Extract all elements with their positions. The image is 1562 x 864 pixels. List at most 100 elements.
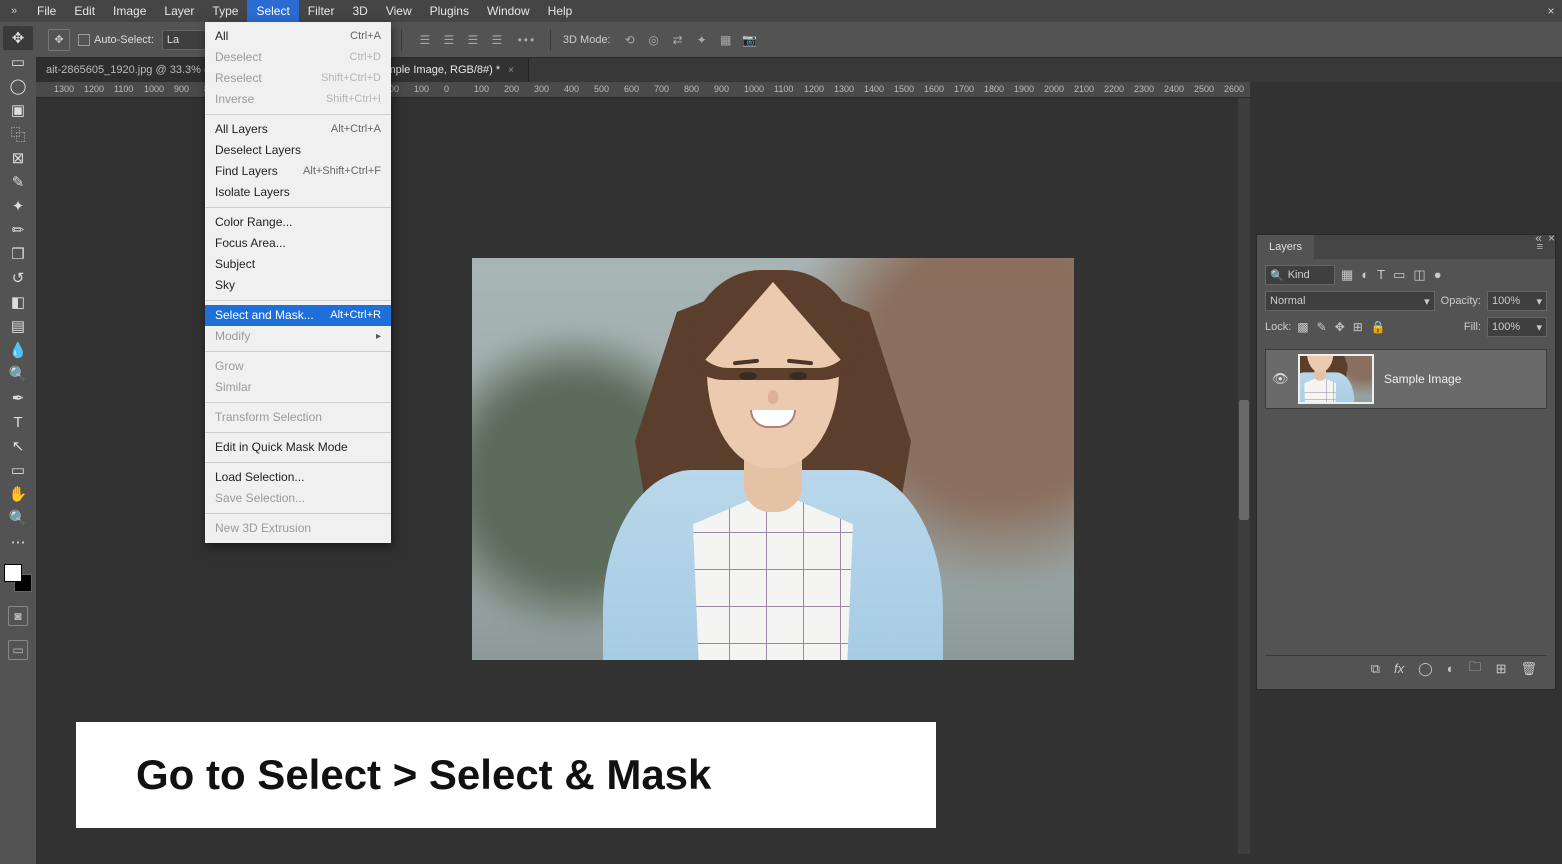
menu-edit[interactable]: Edit bbox=[65, 0, 104, 22]
add-mask-icon[interactable]: ◯ bbox=[1418, 661, 1433, 677]
menu-item-focus-area[interactable]: Focus Area... bbox=[205, 233, 391, 254]
delete-layer-icon[interactable]: 🗑 bbox=[1520, 661, 1537, 677]
menu-filter[interactable]: Filter bbox=[299, 0, 344, 22]
blend-mode-dropdown[interactable]: Normal ▾ bbox=[1265, 291, 1435, 311]
menu-item-all[interactable]: AllCtrl+A bbox=[205, 26, 391, 47]
filter-shape-icon[interactable]: ▭ bbox=[1393, 267, 1405, 283]
menu-view[interactable]: View bbox=[377, 0, 421, 22]
menu-layer[interactable]: Layer bbox=[155, 0, 203, 22]
home-glyph[interactable]: » bbox=[0, 5, 28, 17]
close-panel-icon[interactable]: × bbox=[1548, 231, 1555, 243]
menu-item-deselect-layers[interactable]: Deselect Layers bbox=[205, 140, 391, 161]
zoom-tool[interactable]: 🔍 bbox=[3, 506, 33, 530]
color-swatches[interactable] bbox=[4, 564, 32, 592]
distribute-1-icon[interactable]: ☰ bbox=[414, 29, 436, 51]
menu-item-inverse: InverseShift+Ctrl+I bbox=[205, 89, 391, 110]
fill-input[interactable]: 100%▾ bbox=[1487, 317, 1547, 337]
edit-toolbar-icon[interactable]: ⋯ bbox=[3, 530, 33, 554]
filter-pixel-icon[interactable]: ▦ bbox=[1341, 267, 1353, 283]
history-brush-tool[interactable]: ↺ bbox=[3, 266, 33, 290]
layers-tab[interactable]: Layers bbox=[1257, 235, 1314, 259]
quick-mask-icon[interactable]: ◙ bbox=[8, 606, 28, 626]
menu-item-similar: Similar bbox=[205, 377, 391, 398]
distribute-2-icon[interactable]: ☰ bbox=[438, 29, 460, 51]
pen-tool[interactable]: ✒ bbox=[3, 386, 33, 410]
healing-brush-tool[interactable]: ✦ bbox=[3, 194, 33, 218]
link-layers-icon[interactable]: ⧉ bbox=[1371, 661, 1380, 677]
layer-thumbnail[interactable] bbox=[1298, 354, 1374, 404]
new-layer-icon[interactable]: ⊞ bbox=[1496, 661, 1507, 677]
group-layers-icon[interactable]: 🗀 bbox=[1469, 658, 1482, 680]
menu-item-all-layers[interactable]: All LayersAlt+Ctrl+A bbox=[205, 119, 391, 140]
filter-adjust-icon[interactable]: ◐ bbox=[1361, 267, 1369, 283]
close-tab-icon[interactable]: × bbox=[508, 65, 514, 76]
gradient-tool[interactable]: ▤ bbox=[3, 314, 33, 338]
mode-3d-label: 3D Mode: bbox=[563, 34, 611, 46]
menu-help[interactable]: Help bbox=[539, 0, 582, 22]
menu-item-select-and-mask[interactable]: Select and Mask...Alt+Ctrl+R bbox=[205, 305, 391, 326]
type-tool[interactable]: T bbox=[3, 410, 33, 434]
filter-toggle-icon[interactable]: ● bbox=[1434, 267, 1442, 283]
menu-select[interactable]: Select bbox=[247, 0, 298, 22]
layer-filter-kind-dropdown[interactable]: 🔍 Kind bbox=[1265, 265, 1335, 285]
lock-trans-icon[interactable]: ▩ bbox=[1297, 320, 1308, 334]
opacity-label: Opacity: bbox=[1441, 295, 1481, 307]
layer-visibility-icon[interactable]: 👁 bbox=[1272, 371, 1288, 387]
eyedropper-tool[interactable]: ✎ bbox=[3, 170, 33, 194]
menu-item-color-range[interactable]: Color Range... bbox=[205, 212, 391, 233]
lock-pos-icon[interactable]: ✥ bbox=[1335, 320, 1345, 334]
menu-item-isolate-layers[interactable]: Isolate Layers bbox=[205, 182, 391, 203]
path-select-tool[interactable]: ↖ bbox=[3, 434, 33, 458]
marquee-tool[interactable]: ▭ bbox=[3, 50, 33, 74]
scrollbar-handle[interactable] bbox=[1239, 400, 1249, 520]
menu-item-sky[interactable]: Sky bbox=[205, 275, 391, 296]
menu-item-load-selection[interactable]: Load Selection... bbox=[205, 467, 391, 488]
mode-3d-6-icon[interactable]: 📷 bbox=[739, 29, 761, 51]
opacity-input[interactable]: 100%▾ bbox=[1487, 291, 1547, 311]
crop-tool[interactable]: ⿻ bbox=[3, 122, 33, 146]
document-image bbox=[472, 258, 1074, 660]
menu-item-find-layers[interactable]: Find LayersAlt+Shift+Ctrl+F bbox=[205, 161, 391, 182]
adjustment-layer-icon[interactable]: ◐ bbox=[1447, 661, 1455, 676]
mode-3d-1-icon[interactable]: ⟲ bbox=[619, 29, 641, 51]
lock-paint-icon[interactable]: ✎ bbox=[1317, 320, 1327, 334]
screen-mode-icon[interactable]: ▭ bbox=[8, 640, 28, 660]
mode-3d-3-icon[interactable]: ⇄ bbox=[667, 29, 689, 51]
brush-tool[interactable]: ✏ bbox=[3, 218, 33, 242]
menu-window[interactable]: Window bbox=[478, 0, 539, 22]
menu-image[interactable]: Image bbox=[104, 0, 155, 22]
menu-plugins[interactable]: Plugins bbox=[421, 0, 478, 22]
move-tool[interactable]: ✥ bbox=[3, 26, 33, 50]
distribute-3-icon[interactable]: ☰ bbox=[462, 29, 484, 51]
hand-tool[interactable]: ✋ bbox=[3, 482, 33, 506]
rectangle-tool[interactable]: ▭ bbox=[3, 458, 33, 482]
filter-smart-icon[interactable]: ◫ bbox=[1413, 267, 1425, 283]
object-select-tool[interactable]: ▣ bbox=[3, 98, 33, 122]
collapse-panels-icon[interactable]: « bbox=[1535, 231, 1542, 243]
layer-row[interactable]: 👁 Sample Image bbox=[1265, 349, 1547, 409]
menu-item-subject[interactable]: Subject bbox=[205, 254, 391, 275]
menu-type[interactable]: Type bbox=[203, 0, 247, 22]
close-icon[interactable]: × bbox=[1544, 4, 1558, 18]
mode-3d-2-icon[interactable]: ◎ bbox=[643, 29, 665, 51]
clone-stamp-tool[interactable]: ❒ bbox=[3, 242, 33, 266]
more-options-icon[interactable]: ••• bbox=[516, 29, 538, 51]
layer-fx-icon[interactable]: fx bbox=[1394, 661, 1404, 676]
frame-tool[interactable]: ⊠ bbox=[3, 146, 33, 170]
layer-name-label[interactable]: Sample Image bbox=[1384, 372, 1461, 386]
lock-artboard-icon[interactable]: ⊞ bbox=[1353, 320, 1363, 334]
blur-tool[interactable]: 💧 bbox=[3, 338, 33, 362]
menu-item-edit-in-quick-mask-mode[interactable]: Edit in Quick Mask Mode bbox=[205, 437, 391, 458]
vertical-scrollbar[interactable] bbox=[1238, 98, 1250, 854]
distribute-4-icon[interactable]: ☰ bbox=[486, 29, 508, 51]
mode-3d-5-icon[interactable]: ▦ bbox=[715, 29, 737, 51]
auto-select-checkbox[interactable] bbox=[78, 34, 90, 46]
eraser-tool[interactable]: ◧ bbox=[3, 290, 33, 314]
mode-3d-4-icon[interactable]: ✦ bbox=[691, 29, 713, 51]
menu-file[interactable]: File bbox=[28, 0, 65, 22]
lasso-tool[interactable]: ◯ bbox=[3, 74, 33, 98]
dodge-tool[interactable]: 🔍 bbox=[3, 362, 33, 386]
menu-3d[interactable]: 3D bbox=[343, 0, 376, 22]
lock-all-icon[interactable]: 🔒 bbox=[1371, 320, 1386, 334]
filter-type-icon[interactable]: T bbox=[1377, 267, 1385, 283]
